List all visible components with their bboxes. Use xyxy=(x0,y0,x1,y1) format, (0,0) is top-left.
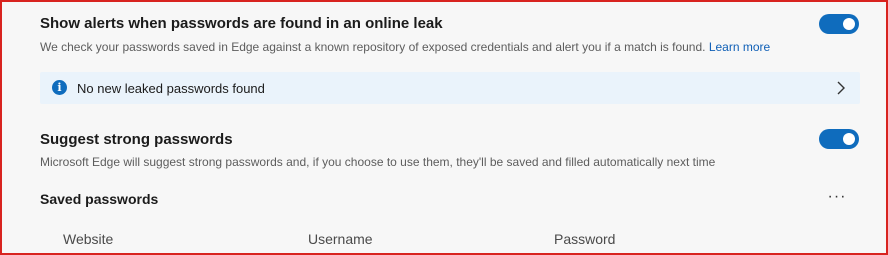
suggest-passwords-title: Suggest strong passwords xyxy=(40,131,233,148)
column-header-website[interactable]: Website xyxy=(63,231,113,247)
more-actions-button[interactable]: ··· xyxy=(824,188,850,208)
leak-alerts-title: Show alerts when passwords are found in … xyxy=(40,15,443,32)
password-settings-panel: Show alerts when passwords are found in … xyxy=(0,0,888,255)
column-header-username[interactable]: Username xyxy=(308,231,373,247)
info-icon: i xyxy=(52,80,67,95)
suggest-passwords-toggle[interactable] xyxy=(819,129,859,149)
suggest-passwords-description: Microsoft Edge will suggest strong passw… xyxy=(40,155,716,169)
column-header-password[interactable]: Password xyxy=(554,231,615,247)
leak-alerts-toggle[interactable] xyxy=(819,14,859,34)
toggle-knob xyxy=(843,133,855,145)
leak-alerts-description-text: We check your passwords saved in Edge ag… xyxy=(40,40,706,54)
leak-alerts-description: We check your passwords saved in Edge ag… xyxy=(40,40,770,54)
saved-passwords-title: Saved passwords xyxy=(40,191,159,207)
leak-status-text: No new leaked passwords found xyxy=(77,81,265,96)
leak-status-bar[interactable]: i No new leaked passwords found xyxy=(40,72,860,104)
chevron-right-icon xyxy=(837,81,845,95)
learn-more-link[interactable]: Learn more xyxy=(709,40,770,54)
toggle-knob xyxy=(843,18,855,30)
